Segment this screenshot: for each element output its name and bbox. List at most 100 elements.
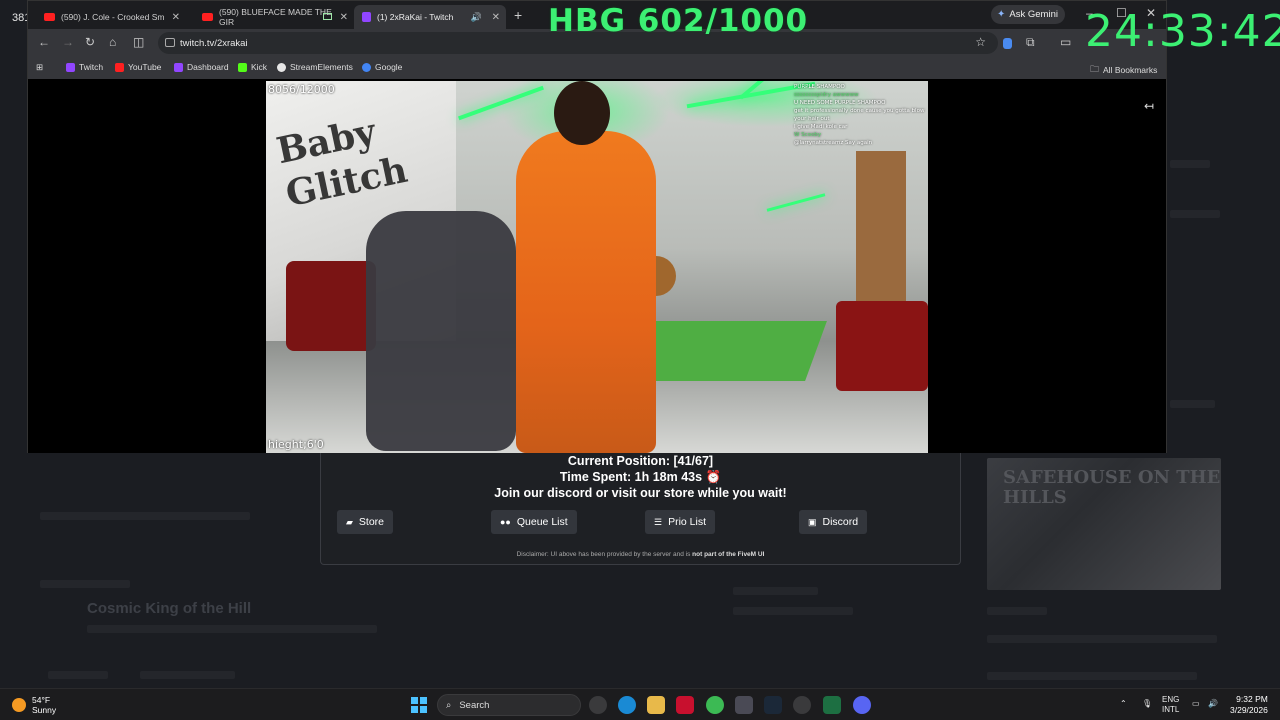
clock-time: 9:32 PM: [1236, 694, 1268, 704]
discord-icon[interactable]: [853, 696, 871, 714]
tab-blueface[interactable]: (590) BLUEFACE MADE THE GIR ✕: [194, 5, 354, 29]
person-head: [554, 81, 610, 145]
bookmark-streamelements[interactable]: StreamElements: [277, 62, 353, 72]
collapse-chat-icon[interactable]: ↤: [1144, 99, 1154, 113]
store-button[interactable]: ▰ Store: [337, 510, 394, 534]
tab-twitch[interactable]: (1) 2xRaKai - Twitch 🔊 ✕: [354, 5, 506, 29]
tab-label: (590) J. Cole - Crooked Sm: [61, 12, 165, 22]
picture-in-picture-icon: [323, 13, 332, 20]
bookmark-youtube[interactable]: YouTube: [115, 62, 161, 72]
microphone-icon[interactable]: 🎙: [1142, 699, 1152, 709]
clock-date: 3/29/2026: [1230, 705, 1268, 715]
close-icon[interactable]: ✕: [172, 12, 180, 23]
search-icon: ⌕: [446, 699, 452, 711]
cast-icon[interactable]: ▭: [1060, 35, 1071, 49]
youtube-icon: [115, 62, 124, 72]
file-explorer-icon[interactable]: [647, 696, 665, 714]
background-line: [48, 671, 108, 679]
bookmark-twitch[interactable]: Twitch: [66, 62, 103, 72]
edge-icon[interactable]: [618, 696, 636, 714]
background-line: [40, 580, 130, 588]
extensions-icon[interactable]: ⧉: [1026, 35, 1035, 50]
discord-button-label: Discord: [822, 516, 859, 528]
weather-widget[interactable]: 54°F Sunny: [12, 695, 56, 715]
home-icon[interactable]: ⌂: [109, 35, 116, 49]
language-indicator[interactable]: ENG INTL: [1162, 695, 1179, 715]
taskbar-search[interactable]: ⌕ Search: [437, 694, 581, 716]
users-icon: ●●: [500, 517, 511, 527]
stream-chat-overlay: PURPLE SHAMPOO sssssssspidry awwwww U NE…: [794, 83, 926, 147]
split-view-icon[interactable]: ◫: [133, 35, 144, 49]
disclaimer-bold: not part of the FiveM UI: [692, 551, 765, 558]
bookmark-kick[interactable]: Kick: [238, 62, 267, 72]
background-line: [1170, 400, 1215, 408]
chrome-icon[interactable]: [706, 696, 724, 714]
close-icon[interactable]: ✕: [492, 12, 500, 23]
apps-icon[interactable]: ⊞: [36, 62, 43, 73]
language-bottom: INTL: [1162, 705, 1180, 714]
discord-button[interactable]: ▣ Discord: [799, 510, 868, 534]
ask-gemini-button[interactable]: ✦ Ask Gemini: [991, 5, 1065, 24]
queue-list-button-label: Queue List: [516, 516, 568, 528]
url-text[interactable]: twitch.tv/2xrakai: [180, 38, 248, 49]
all-bookmarks-label: All Bookmarks: [1103, 65, 1158, 75]
adobe-icon[interactable]: [676, 696, 694, 714]
audio-icon[interactable]: 🔊: [471, 12, 482, 23]
extension-shield-icon[interactable]: [1003, 38, 1012, 49]
queue-list-button[interactable]: ●● Queue List: [491, 510, 577, 534]
tab-jcole[interactable]: (590) J. Cole - Crooked Sm ✕: [36, 5, 186, 29]
led-strip: [766, 193, 826, 212]
site-info-icon[interactable]: [165, 38, 175, 47]
tab-label: (1) 2xRaKai - Twitch: [377, 12, 454, 22]
back-icon[interactable]: ←: [38, 35, 50, 49]
browser-window: (590) J. Cole - Crooked Sm ✕ (590) BLUEF…: [27, 0, 1167, 453]
app-icon[interactable]: [735, 696, 753, 714]
tray-chevron-icon[interactable]: ⌃: [1120, 699, 1127, 709]
start-button[interactable]: [411, 697, 427, 713]
bookmarks-bar: ⊞ Twitch YouTube Dashboard Kick StreamEl…: [28, 57, 1166, 79]
red-couch: [836, 301, 928, 391]
kick-icon: [238, 62, 247, 72]
person-orange-jumpsuit: [516, 131, 656, 453]
bookmark-label: Twitch: [79, 62, 104, 72]
close-icon[interactable]: ✕: [340, 12, 348, 23]
forward-icon[interactable]: →: [62, 35, 74, 49]
4k-icon[interactable]: [793, 696, 811, 714]
bookmark-label: Kick: [251, 62, 268, 72]
all-bookmarks[interactable]: 🗀 All Bookmarks: [1090, 62, 1157, 78]
chat-line: I give Madi kole car: [794, 124, 848, 130]
chat-line: get it professionally done cause you got…: [794, 108, 925, 122]
prio-list-button[interactable]: ☰ Prio List: [645, 510, 716, 534]
background-line: [987, 607, 1047, 615]
clock[interactable]: 9:32 PM 3/29/2026: [1230, 694, 1268, 716]
red-chair: [286, 261, 376, 351]
queue-time-spent: Time Spent: 1h 18m 43s ⏰: [559, 470, 722, 484]
copilot-icon[interactable]: [589, 696, 607, 714]
steam-icon[interactable]: [764, 696, 782, 714]
bookmark-star-icon[interactable]: ☆: [975, 35, 986, 49]
sun-icon: [12, 698, 26, 712]
new-tab-icon[interactable]: +: [514, 7, 522, 23]
background-line: [87, 625, 377, 633]
chat-line: U NEED SOME PURPLE SHAMPOO: [794, 100, 886, 106]
gemini-icon: ✦: [997, 9, 1006, 20]
prio-list-button-label: Prio List: [668, 516, 707, 528]
stream-viewport[interactable]: Baby Glitch 8056/12000 hieght;6'0 PURPLE…: [28, 79, 1166, 453]
stream-video[interactable]: Baby Glitch 8056/12000 hieght;6'0 PURPLE…: [266, 81, 928, 453]
language-top: ENG: [1162, 695, 1180, 704]
led-strip: [458, 85, 544, 121]
disclaimer: Disclaimer: UI above has been provided b…: [321, 551, 960, 558]
google-icon: [362, 62, 371, 72]
reload-icon[interactable]: ↻: [85, 35, 95, 49]
volume-icon[interactable]: 🔊: [1208, 699, 1218, 709]
network-icon[interactable]: ▭: [1192, 699, 1200, 709]
bookmark-dashboard[interactable]: Dashboard: [174, 62, 229, 72]
excel-icon[interactable]: [823, 696, 841, 714]
hbg-counter-overlay: HBG 602/1000: [548, 3, 809, 39]
discord-icon: ▣: [808, 516, 817, 527]
stream-height-label: hieght;6'0: [268, 438, 324, 451]
twitch-icon: [66, 62, 75, 72]
bookmark-google[interactable]: Google: [362, 62, 402, 72]
background-poster: SAFEHOUSE ON THE HILLS: [987, 458, 1221, 590]
bookmark-label: YouTube: [128, 62, 162, 72]
